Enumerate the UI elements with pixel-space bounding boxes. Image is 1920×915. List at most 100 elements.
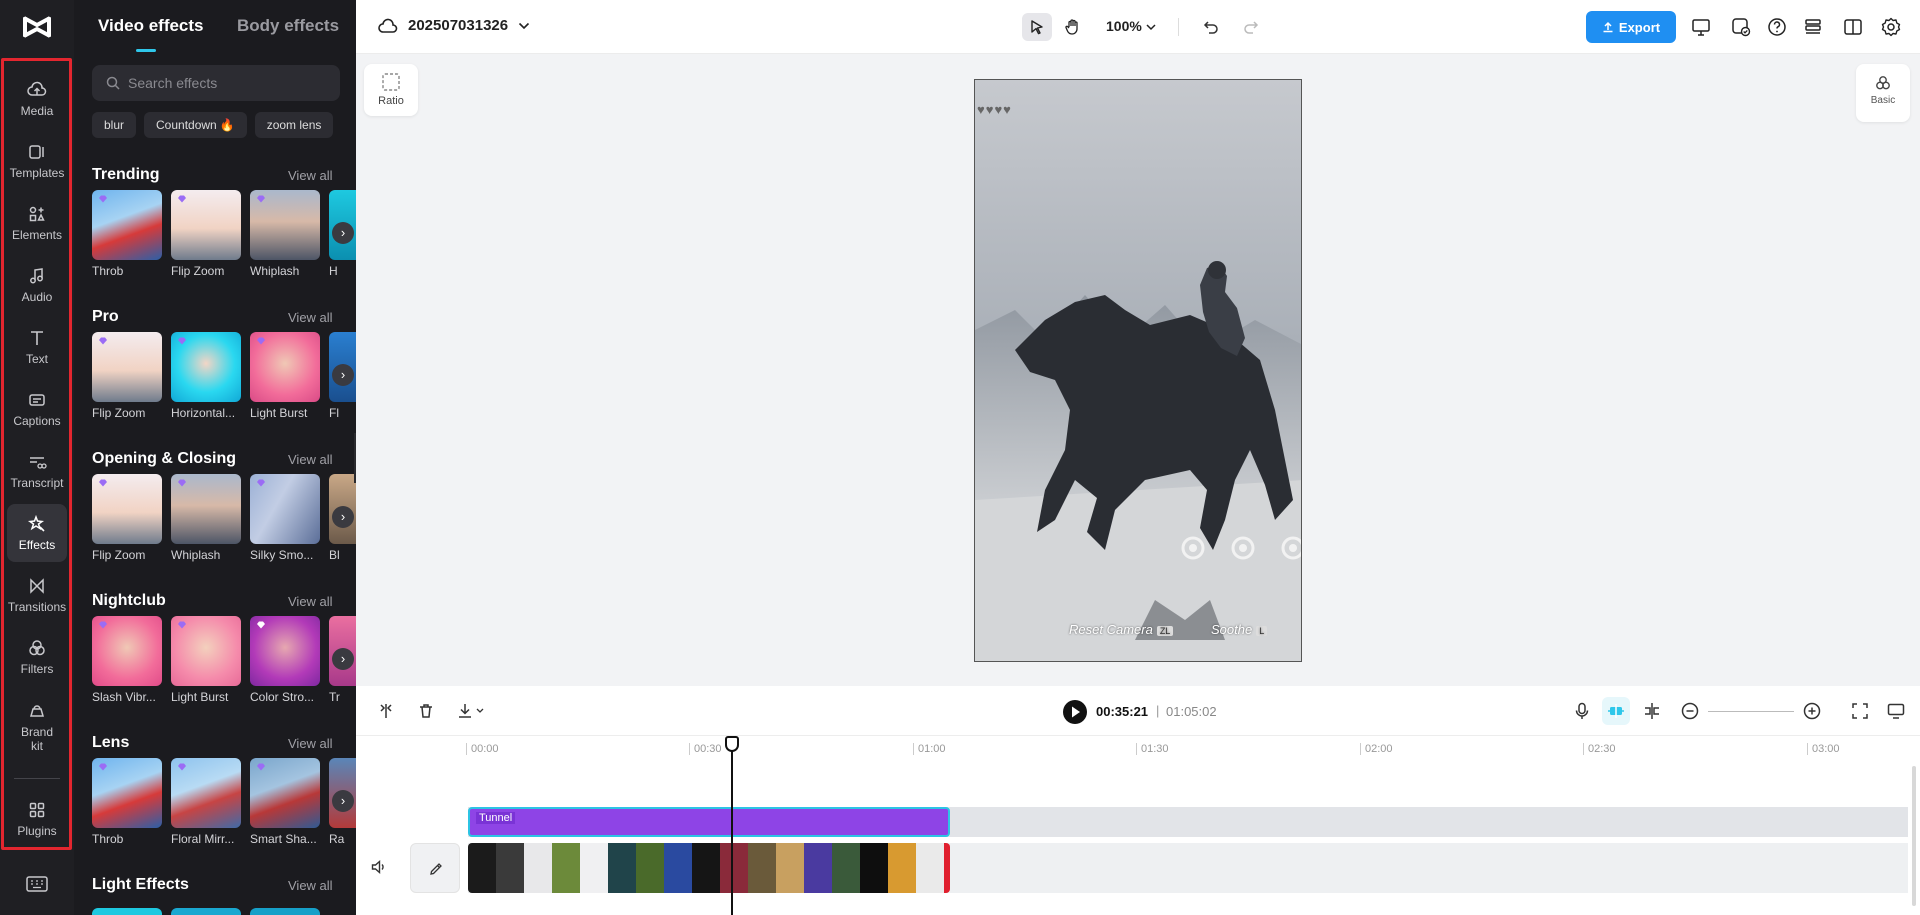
rail-item-filters[interactable]: Filters [7,628,67,686]
hand-tool-button[interactable] [1058,13,1088,41]
rail-item-media[interactable]: Media [7,70,67,128]
scroll-right-button[interactable]: › [332,506,354,528]
playhead-handle[interactable] [725,736,739,752]
ratio-button[interactable]: Ratio [364,64,418,116]
effect-card[interactable]: Flip Zoom [92,332,162,420]
video-preview[interactable]: ♥♥♥♥ Reset CameraZL SootheL [974,79,1302,662]
effect-card[interactable]: Flip Zoom [171,190,241,278]
scroll-right-button[interactable]: › [332,648,354,670]
link-clips-icon[interactable] [1642,701,1662,721]
rail-item-elements[interactable]: Elements [7,194,67,252]
scroll-right-button[interactable]: › [332,790,354,812]
scroll-right-button[interactable]: › [332,364,354,386]
pencil-icon [428,861,444,877]
zoom-level[interactable]: 100% [1106,18,1156,34]
effect-clip-tunnel[interactable]: Tunnel [468,807,950,837]
time-ruler[interactable]: 00:00 00:30 01:00 01:30 02:00 02:30 03:0… [466,736,1920,766]
view-all-link[interactable]: View all [288,878,333,893]
effect-card[interactable]: Light Burst [171,616,241,704]
section-title: Trending [92,166,160,184]
rail-item-plugins[interactable]: Plugins [7,790,67,848]
keyboard-shortcuts-icon[interactable] [26,876,48,892]
export-label: Export [1619,20,1660,35]
review-check-icon[interactable] [1730,16,1752,38]
present-screen-icon[interactable] [1690,16,1712,38]
chip-countdown[interactable]: Countdown🔥 [144,112,247,138]
settings-gear-icon[interactable] [1880,16,1902,38]
rail-item-transcript[interactable]: Transcript [7,442,67,500]
rail-item-transitions[interactable]: Transitions [7,566,67,624]
view-all-link[interactable]: View all [288,168,333,183]
track-volume-icon[interactable] [370,858,388,876]
effect-card[interactable]: Silky Smo... [250,474,320,562]
effect-thumbnail[interactable] [171,908,241,915]
effect-thumbnail[interactable] [92,908,162,915]
effect-label: Throb [92,264,166,278]
effect-card[interactable]: Whiplash [171,474,241,562]
auto-snap-toggle[interactable] [1602,697,1630,725]
transcript-icon [27,452,47,472]
stack-layers-icon[interactable] [1802,16,1824,38]
chip-zoom-lens[interactable]: zoom lens [255,112,334,138]
tab-body-effects[interactable]: Body effects [237,16,339,36]
chip-blur[interactable]: blur [92,112,136,138]
effect-card[interactable]: Flip Zoom [92,474,162,562]
view-all-link[interactable]: View all [288,736,333,751]
basic-label: Basic [1856,95,1910,106]
ratio-label: Ratio [364,95,418,107]
layout-panel-icon[interactable] [1842,16,1864,38]
timeline-scrollbar[interactable] [1912,766,1916,906]
basic-properties-button[interactable]: Basic [1856,64,1910,122]
scroll-right-button[interactable]: › [332,222,354,244]
view-all-link[interactable]: View all [288,594,333,609]
video-clip[interactable] [468,843,950,893]
split-icon[interactable] [376,701,396,721]
effect-card[interactable]: Throb [92,758,162,846]
tab-video-effects[interactable]: Video effects [98,16,204,36]
rail-item-label: Text [26,352,48,366]
preview-stage: Ratio Basic ♥♥♥♥ Reset CameraZL [356,54,1920,686]
rail-item-captions[interactable]: Captions [7,380,67,438]
effect-card[interactable]: Horizontal... [171,332,241,420]
timeline-preview-icon[interactable] [1886,701,1906,721]
delete-trash-icon[interactable] [416,701,436,721]
project-title[interactable]: 202507031326 [378,17,540,34]
download-icon[interactable] [456,701,488,721]
effect-card[interactable]: Slash Vibr... [92,616,162,704]
microphone-icon[interactable] [1572,701,1592,721]
redo-button[interactable] [1236,13,1266,41]
playhead[interactable] [731,738,733,915]
effect-card[interactable]: Whiplash [250,190,320,278]
select-tool-button[interactable] [1022,13,1052,41]
effect-clip-label: Tunnel [476,812,515,824]
rail-item-effects[interactable]: Effects [7,504,67,562]
rail-item-audio[interactable]: Audio [7,256,67,314]
effect-label: Horizontal... [171,406,245,420]
view-all-link[interactable]: View all [288,452,333,467]
help-icon[interactable] [1766,16,1788,38]
capcut-logo-icon[interactable] [20,12,54,42]
effect-card[interactable]: Floral Mirr... [171,758,241,846]
effect-thumbnail[interactable] [250,908,320,915]
play-button[interactable] [1063,700,1087,724]
undo-button[interactable] [1196,13,1226,41]
rail-item-text[interactable]: Text [7,318,67,376]
rail-item-brand-kit[interactable]: Brand kit [7,694,67,760]
view-all-link[interactable]: View all [288,310,333,325]
zoom-in-icon[interactable] [1802,701,1822,721]
hud-reset-camera: Reset CameraZL [1069,622,1173,637]
effect-card[interactable]: Light Burst [250,332,320,420]
timeline-zoom-slider[interactable] [1708,711,1794,712]
fit-timeline-icon[interactable] [1850,701,1870,721]
video-frame-image [975,80,1302,662]
export-button[interactable]: Export [1586,11,1676,43]
effect-card[interactable]: Smart Sha... [250,758,320,846]
effect-card[interactable]: Color Stro... [250,616,320,704]
effect-card[interactable]: Throb [92,190,162,278]
rail-item-templates[interactable]: Templates [7,132,67,190]
clip-frame [552,843,580,893]
search-input[interactable] [128,65,328,101]
edit-cover-button[interactable] [410,843,460,893]
pro-gem-icon [256,479,266,487]
zoom-out-icon[interactable] [1680,701,1700,721]
